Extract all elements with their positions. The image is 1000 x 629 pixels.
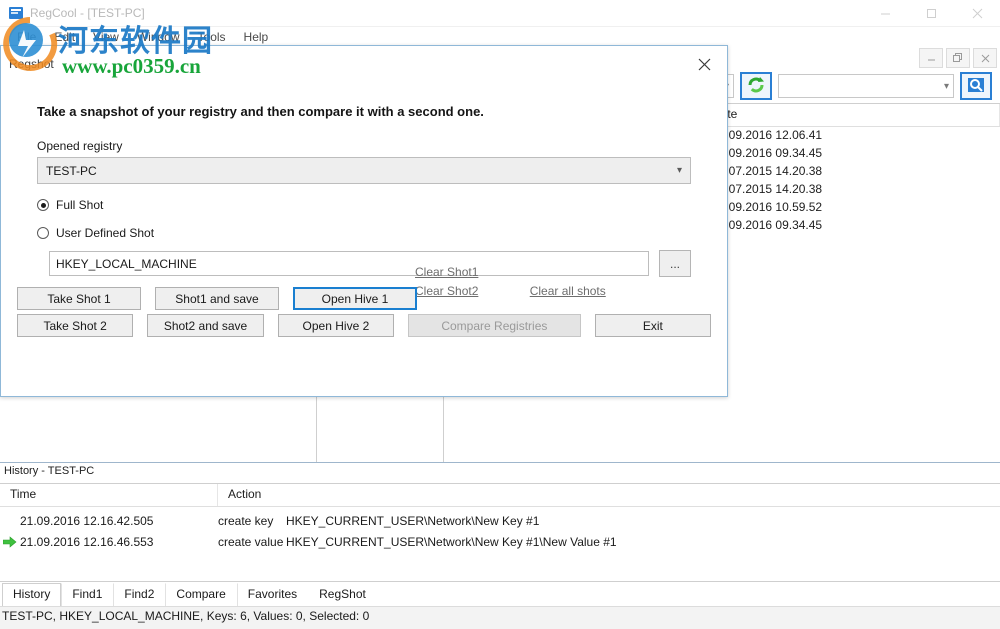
open-hive-2-button[interactable]: Open Hive 2 — [277, 314, 395, 337]
history-header: Time Action — [0, 484, 1000, 507]
window-maximize-button[interactable] — [908, 0, 954, 26]
open-hive-1-button[interactable]: Open Hive 1 — [293, 287, 417, 310]
radio-user-defined-label: User Defined Shot — [56, 226, 155, 240]
cell-date: 21.09.2016 12.06.41 — [712, 128, 823, 142]
opened-registry-label: Opened registry — [37, 139, 123, 153]
cell-date: 14.09.2016 10.59.52 — [712, 200, 823, 214]
history-body: 21.09.2016 12.16.42.505 create key HKEY_… — [0, 507, 1000, 581]
history-time: 21.09.2016 12.16.42.505 — [20, 513, 154, 528]
tab-compare[interactable]: Compare — [165, 583, 236, 606]
search-button[interactable] — [960, 72, 992, 100]
dialog-close-button[interactable] — [681, 47, 727, 81]
chevron-down-icon: ▾ — [676, 165, 682, 176]
status-bar: TEST-PC, HKEY_LOCAL_MACHINE, Keys: 6, Va… — [0, 606, 1000, 629]
cell-date: 10.07.2015 14.20.38 — [712, 182, 823, 196]
take-shot-1-button[interactable]: Take Shot 1 — [17, 287, 141, 310]
dialog-body: Take a snapshot of your registry and the… — [1, 82, 727, 396]
regshot-dialog: Regshot Take a snapshot of your registry… — [0, 45, 728, 397]
tab-regshot[interactable]: RegShot — [308, 583, 377, 606]
dialog-buttons-row-2: Take Shot 2 Shot2 and save Open Hive 2 C… — [17, 314, 712, 337]
take-shot-2-button[interactable]: Take Shot 2 — [17, 314, 134, 337]
history-path: HKEY_CURRENT_USER\Network\New Key #1\New… — [286, 534, 617, 549]
refresh-button[interactable] — [740, 72, 772, 100]
menu-item-file[interactable]: File — [8, 27, 45, 47]
main-titlebar: RegCool - [TEST-PC] — [0, 0, 1000, 27]
tab-history[interactable]: History — [2, 583, 62, 606]
radio-full-shot-label: Full Shot — [56, 198, 104, 212]
history-caption: History - TEST-PC — [0, 463, 1000, 484]
shot2-and-save-button[interactable]: Shot2 and save — [147, 314, 264, 337]
menu-item-window[interactable]: Window — [128, 27, 189, 47]
radio-full-shot-indicator — [37, 199, 49, 211]
exit-button[interactable]: Exit — [594, 314, 712, 337]
search-icon — [967, 76, 985, 97]
history-row[interactable]: 21.09.2016 12.16.46.553 create value HKE… — [0, 531, 1000, 552]
history-path: HKEY_CURRENT_USER\Network\New Key #1 — [286, 513, 540, 528]
cell-date: 21.09.2016 09.34.45 — [712, 146, 823, 160]
history-row[interactable]: 21.09.2016 12.16.42.505 create key HKEY_… — [0, 510, 1000, 531]
tab-find1[interactable]: Find1 — [61, 583, 113, 606]
regcool-app-icon — [8, 5, 24, 21]
cell-date: 10.07.2015 14.20.38 — [712, 164, 823, 178]
menu-item-tools[interactable]: Tools — [189, 27, 235, 47]
history-time: 21.09.2016 12.16.46.553 — [20, 534, 154, 549]
compare-registries-button: Compare Registries — [408, 314, 581, 337]
column-header-time[interactable]: Time — [0, 484, 218, 506]
history-panel: History - TEST-PC Time Action 21.09.2016… — [0, 462, 1000, 581]
arrow-right-icon — [0, 535, 20, 548]
dialog-titlebar: Regshot — [1, 46, 727, 82]
opened-registry-value: TEST-PC — [46, 163, 97, 178]
history-action: create value — [218, 534, 284, 549]
cell-date: 21.09.2016 09.34.45 — [712, 218, 823, 232]
window-minimize-button[interactable] — [862, 0, 908, 26]
clear-shot1-link[interactable]: Clear Shot1 — [415, 265, 478, 279]
radio-full-shot[interactable]: Full Shot — [37, 198, 691, 212]
cell-date — [706, 235, 1000, 253]
menu-item-help[interactable]: Help — [235, 27, 278, 47]
column-header-date[interactable]: Date — [706, 104, 1000, 126]
chevron-down-icon: ▾ — [943, 80, 949, 92]
menubar: File Edit View Window Tools Help — [0, 27, 1000, 47]
history-action: create key — [218, 513, 274, 528]
dialog-heading: Take a snapshot of your registry and the… — [37, 104, 484, 119]
tab-find2[interactable]: Find2 — [113, 583, 165, 606]
opened-registry-combo[interactable]: TEST-PC ▾ — [37, 157, 691, 184]
browse-button[interactable]: ... — [659, 250, 691, 277]
mdi-minimize-button[interactable] — [919, 48, 943, 68]
shot1-and-save-button[interactable]: Shot1 and save — [155, 287, 279, 310]
bottom-tabs: History Find1 Find2 Compare Favorites Re… — [0, 581, 1000, 606]
dialog-buttons: Take Shot 1 Shot1 and save Open Hive 1 T… — [17, 287, 712, 341]
menu-item-view[interactable]: View — [84, 27, 128, 47]
mdi-close-button[interactable] — [973, 48, 997, 68]
main-window-title: RegCool - [TEST-PC] — [30, 6, 145, 20]
column-header-action[interactable]: Action — [218, 484, 1000, 506]
radio-user-defined-indicator — [37, 227, 49, 239]
dialog-title: Regshot — [9, 57, 54, 71]
window-close-button[interactable] — [954, 0, 1000, 26]
search-input[interactable]: ▾ — [778, 74, 954, 98]
menu-item-edit[interactable]: Edit — [45, 27, 84, 47]
refresh-icon — [747, 76, 765, 97]
tab-favorites[interactable]: Favorites — [236, 583, 308, 606]
mdi-restore-button[interactable] — [946, 48, 970, 68]
radio-user-defined-shot[interactable]: User Defined Shot — [37, 226, 691, 240]
dialog-buttons-row-1: Take Shot 1 Shot1 and save Open Hive 1 — [17, 287, 711, 310]
